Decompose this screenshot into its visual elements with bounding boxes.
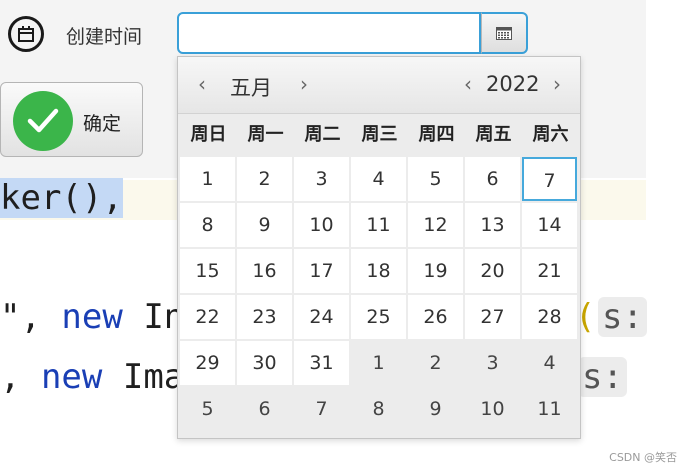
code-token: , [0, 357, 41, 397]
calendar-day[interactable]: 1 [180, 157, 235, 201]
calendar-day[interactable]: 17 [294, 249, 349, 293]
calendar-day[interactable]: 25 [351, 295, 406, 339]
code-keyword: new [40, 357, 103, 397]
calendar-day[interactable]: 21 [522, 249, 577, 293]
calendar-day[interactable]: 11 [351, 203, 406, 247]
code-line-3: , new Ima [0, 357, 184, 397]
prev-month-button[interactable]: ‹ [191, 71, 213, 97]
calendar-day[interactable]: 31 [294, 341, 349, 385]
code-token: Ima [102, 357, 185, 397]
next-month-button[interactable]: › [293, 71, 315, 97]
calendar-day-other-month[interactable]: 7 [294, 387, 349, 431]
calendar-day-other-month[interactable]: 5 [180, 387, 235, 431]
calendar-day[interactable]: 6 [465, 157, 520, 201]
code-line-1: ker(), [0, 178, 123, 218]
calendar-day[interactable]: 10 [294, 203, 349, 247]
calendar-day-other-month[interactable]: 2 [408, 341, 463, 385]
weekday-label: 周三 [361, 124, 398, 145]
calendar-header: ‹ 五月 › ‹ 2022 › [178, 57, 580, 114]
code-token: ", [0, 297, 62, 337]
next-year-button[interactable]: › [546, 71, 568, 97]
day-grid: 1 2 3 4 5 6 7 8 9 10 11 12 13 14 15 16 17 18 19 20 21 22 23 24 2… [180, 157, 580, 437]
calendar-day[interactable]: 20 [465, 249, 520, 293]
param-hint-2: s: [578, 357, 627, 397]
calendar-day[interactable]: 9 [237, 203, 292, 247]
calendar-day-other-month[interactable]: 8 [351, 387, 406, 431]
calendar-day[interactable]: 12 [408, 203, 463, 247]
checkmark-icon [13, 91, 73, 151]
calendar-day[interactable]: 14 [522, 203, 577, 247]
code-keyword: new [61, 297, 123, 337]
calendar-day[interactable]: 18 [351, 249, 406, 293]
calendar-day[interactable]: 28 [522, 295, 577, 339]
calendar-day[interactable]: 22 [180, 295, 235, 339]
calendar-day-other-month[interactable]: 1 [351, 341, 406, 385]
calendar-day[interactable]: 26 [408, 295, 463, 339]
confirm-button[interactable]: 确定 [0, 82, 143, 157]
calendar-icon [8, 16, 44, 52]
calendar-day-other-month[interactable]: 4 [522, 341, 577, 385]
calendar-popup: ‹ 五月 › ‹ 2022 › 周日 周一 周二 周三 周四 周五 周六 123456789… [177, 56, 581, 439]
calendar-day[interactable]: 7 [522, 157, 577, 201]
calendar-day[interactable]: 19 [408, 249, 463, 293]
calendar-day[interactable]: 4 [351, 157, 406, 201]
weekday-header: 周日 周一 周二 周三 周四 周五 周六 [178, 114, 580, 156]
calendar-day[interactable]: 13 [465, 203, 520, 247]
calendar-day-other-month[interactable]: 6 [237, 387, 292, 431]
calendar-day[interactable]: 27 [465, 295, 520, 339]
calendar-day[interactable]: 2 [237, 157, 292, 201]
watermark: CSDN @笑否 [609, 451, 677, 464]
calendar-grid-icon [482, 26, 526, 40]
weekday-label: 周二 [304, 124, 341, 145]
prev-year-button[interactable]: ‹ [457, 71, 479, 97]
date-input[interactable] [177, 12, 481, 54]
code-token: In [122, 297, 185, 337]
confirm-label: 确定 [83, 114, 122, 135]
calendar-day[interactable]: 29 [180, 341, 235, 385]
year-label: 2022 [486, 72, 540, 96]
weekday-label: 周日 [190, 124, 227, 145]
param-hint-1: s: [598, 297, 647, 337]
calendar-day[interactable]: 15 [180, 249, 235, 293]
calendar-day-other-month[interactable]: 9 [408, 387, 463, 431]
calendar-day[interactable]: 3 [294, 157, 349, 201]
weekday-label: 周五 [475, 124, 512, 145]
calendar-day[interactable]: 24 [294, 295, 349, 339]
field-label: 创建时间 [66, 26, 143, 48]
calendar-day[interactable]: 23 [237, 295, 292, 339]
calendar-day-other-month[interactable]: 10 [465, 387, 520, 431]
calendar-day[interactable]: 30 [237, 341, 292, 385]
calendar-day[interactable]: 8 [180, 203, 235, 247]
weekday-label: 周六 [532, 124, 569, 145]
code-line-2: ", new In [0, 297, 184, 337]
calendar-day[interactable]: 16 [237, 249, 292, 293]
calendar-day-other-month[interactable]: 3 [465, 341, 520, 385]
calendar-day[interactable]: 5 [408, 157, 463, 201]
calendar-day-other-month[interactable]: 11 [522, 387, 577, 431]
weekday-label: 周一 [247, 124, 284, 145]
weekday-label: 周四 [418, 124, 455, 145]
month-label: 五月 [230, 76, 272, 100]
date-picker-button[interactable] [481, 12, 528, 54]
code-selection: ker(), [0, 178, 123, 218]
